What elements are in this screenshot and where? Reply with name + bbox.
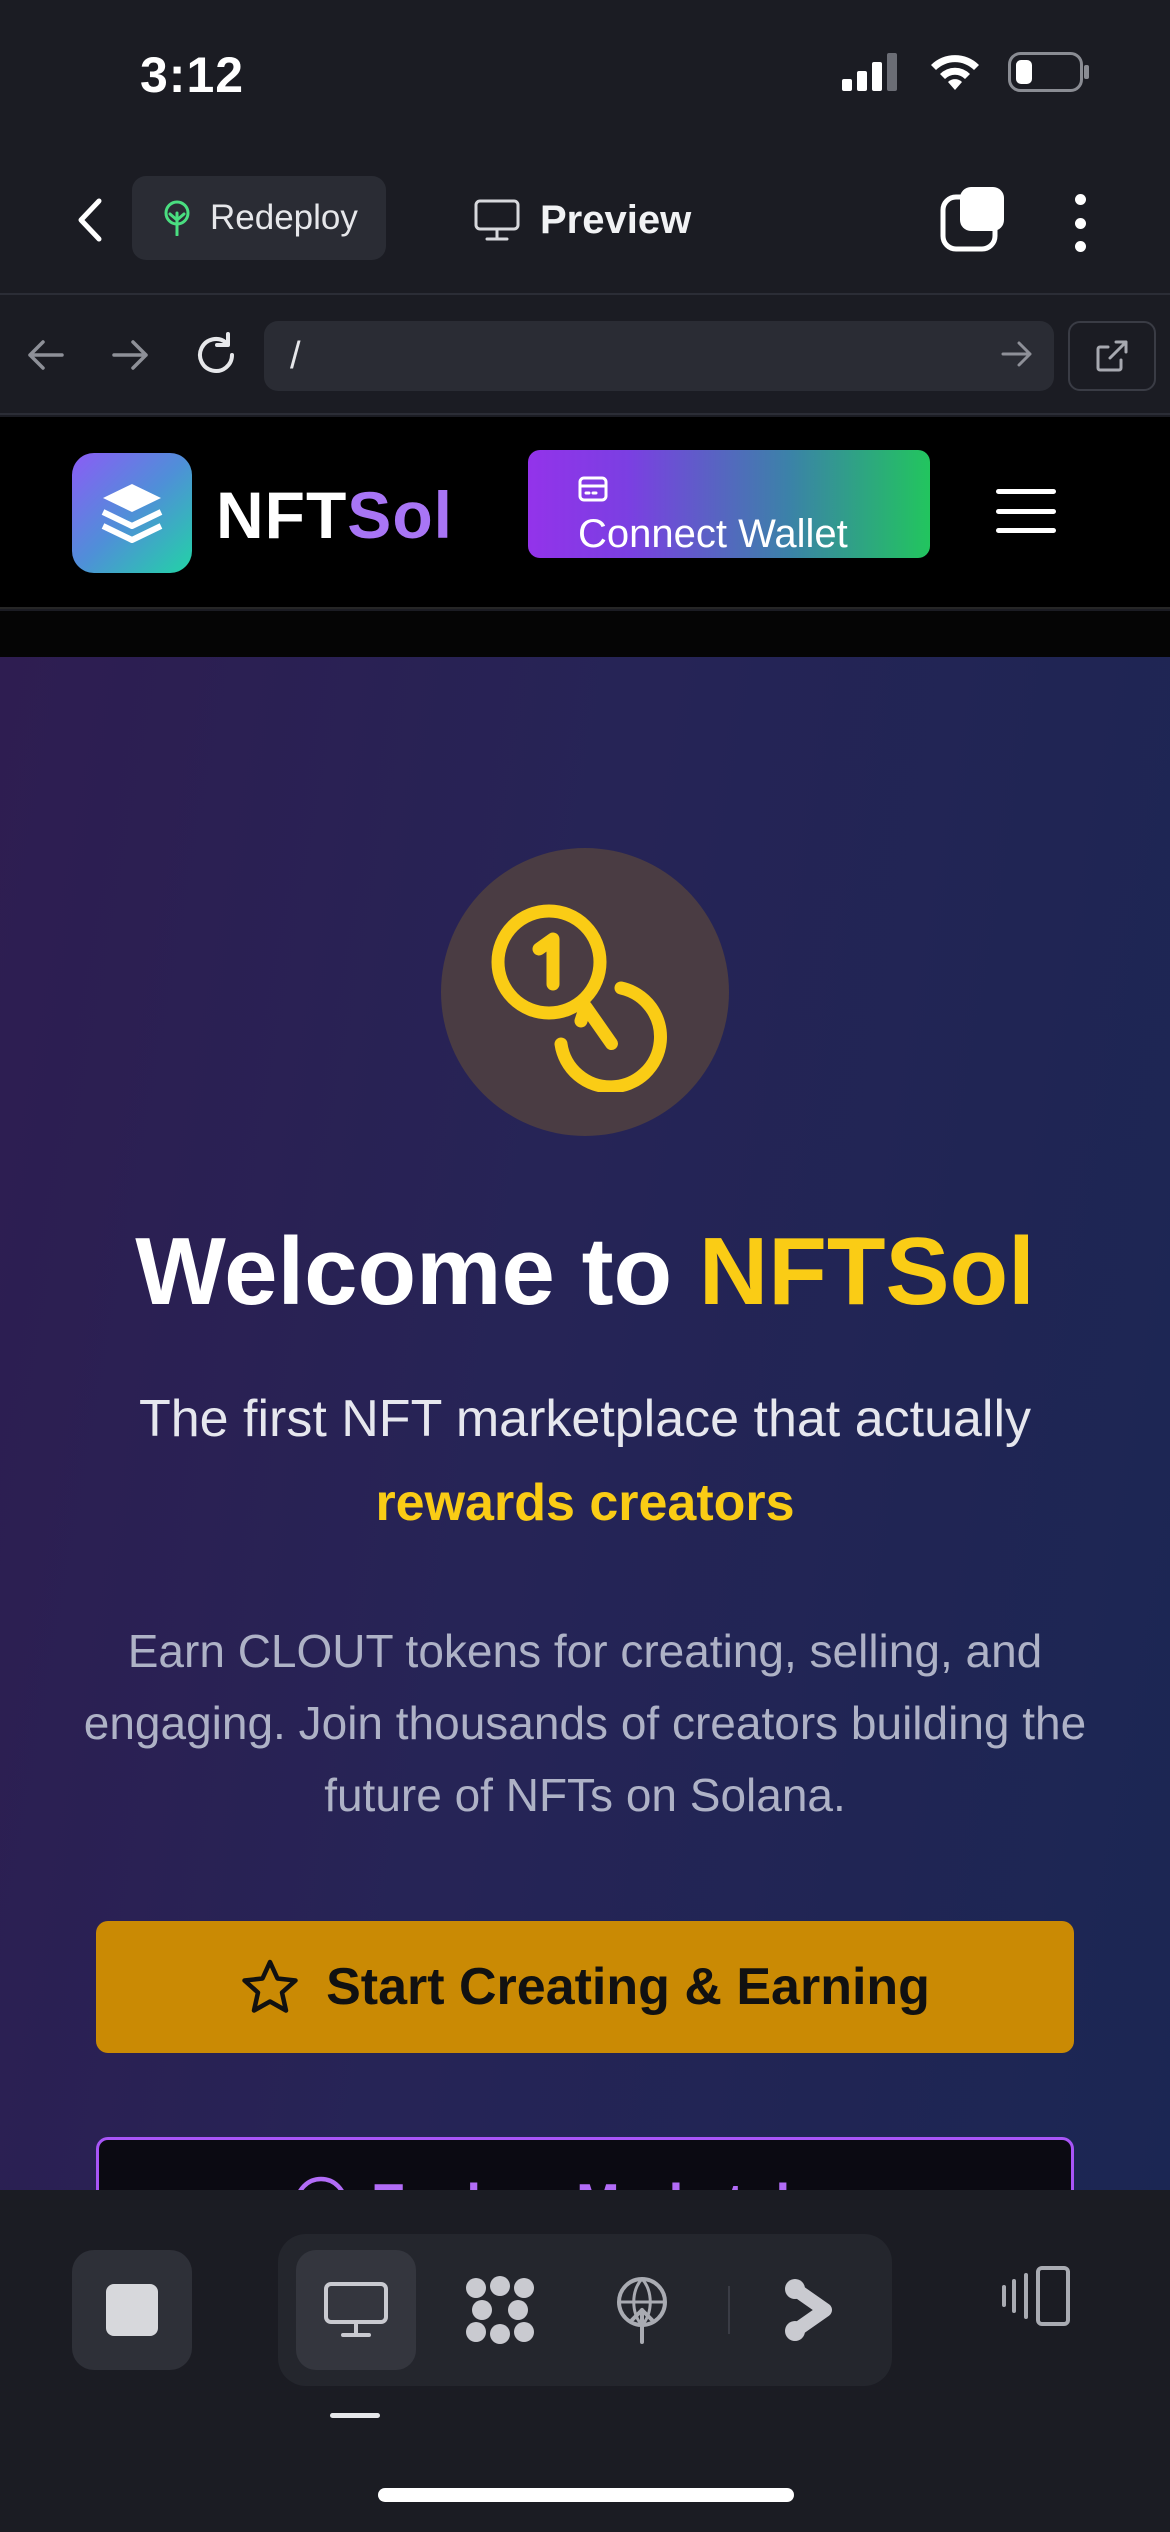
- connect-wallet-button[interactable]: Connect Wallet: [528, 450, 930, 558]
- external-link-icon: [1096, 340, 1128, 372]
- back-arrow-icon: [28, 340, 64, 370]
- side-panel-icon: [1002, 2266, 1070, 2326]
- forward-arrow-icon: [112, 340, 148, 370]
- branch-icon: [785, 2279, 832, 2341]
- browser-back-button[interactable]: [18, 327, 74, 383]
- stop-icon: [106, 2284, 158, 2336]
- reload-icon: [198, 332, 234, 373]
- open-external-button[interactable]: [1068, 321, 1156, 391]
- url-bar: /: [0, 297, 1170, 415]
- site-header: NFTSol Connect Wallet: [0, 417, 1170, 609]
- monitor-icon: [474, 199, 520, 241]
- more-vertical-icon: [1074, 194, 1086, 205]
- hero-subtitle-highlight: rewards creators: [375, 1474, 795, 1532]
- preview-label: Preview: [540, 197, 692, 242]
- status-icons: [842, 52, 1090, 92]
- connect-wallet-label: Connect Wallet: [578, 512, 848, 556]
- redeploy-button[interactable]: Redeploy: [132, 176, 386, 260]
- url-input[interactable]: /: [264, 321, 1054, 391]
- coins-icon: [491, 904, 667, 1092]
- desktop-icon: [324, 2282, 388, 2337]
- status-time: 3:12: [140, 47, 245, 103]
- side-panel-button[interactable]: [996, 2256, 1076, 2336]
- explore-marketplace-label: Explore Marketplace: [371, 2173, 877, 2190]
- home-indicator[interactable]: [378, 2488, 794, 2502]
- hero-subtitle: The first NFT marketplace that actually …: [0, 1377, 1170, 1545]
- divider: [728, 2286, 730, 2334]
- redeploy-label: Redeploy: [210, 198, 358, 237]
- redeploy-tree-icon: [164, 200, 190, 236]
- preview-button[interactable]: Preview: [474, 180, 691, 260]
- menu-icon: [996, 489, 1056, 494]
- view-mode-group: [278, 2234, 892, 2386]
- grid-dots-icon: [466, 2276, 534, 2344]
- start-creating-label: Start Creating & Earning: [326, 1958, 930, 2016]
- wifi-icon: [931, 55, 979, 90]
- signal-icon: [842, 53, 897, 91]
- brand-name-part2: Sol: [347, 478, 453, 552]
- deploy-tab[interactable]: [582, 2250, 702, 2370]
- url-text: /: [290, 335, 301, 377]
- coins-badge: [441, 848, 729, 1136]
- hero-title: Welcome to NFTSol: [0, 1217, 1170, 1327]
- layers-icon: [101, 484, 163, 543]
- site-logo[interactable]: [72, 453, 192, 573]
- brand-name[interactable]: NFTSol: [216, 477, 453, 553]
- hero-title-prefix: Welcome to: [135, 1218, 699, 1325]
- battery-icon: [1008, 52, 1089, 92]
- hero-subtitle-text: The first NFT marketplace that actually: [138, 1390, 1032, 1448]
- brand-name-part1: NFT: [216, 478, 348, 552]
- active-tab-indicator: [330, 2413, 380, 2418]
- star-icon: [242, 1959, 298, 2013]
- hero-section: Welcome to NFTSol The first NFT marketpl…: [0, 657, 1170, 2190]
- more-options-button[interactable]: [1060, 188, 1100, 258]
- wallet-icon: [578, 476, 608, 502]
- stop-button[interactable]: [72, 2250, 192, 2370]
- branch-tab[interactable]: [750, 2250, 870, 2370]
- desktop-preview-tab[interactable]: [296, 2250, 416, 2370]
- workspace-tab[interactable]: [440, 2250, 560, 2370]
- browser-forward-button[interactable]: [102, 327, 158, 383]
- app-bar: Redeploy Preview: [0, 150, 1170, 295]
- hero-title-accent: NFTSol: [698, 1218, 1035, 1325]
- bottom-toolbar: [0, 2190, 1170, 2532]
- reload-button[interactable]: [188, 327, 244, 383]
- tabs-button[interactable]: [940, 184, 1010, 254]
- start-creating-button[interactable]: Start Creating & Earning: [96, 1921, 1074, 2053]
- back-button[interactable]: [60, 190, 120, 250]
- header-spacer: [0, 611, 1170, 657]
- back-chevron-icon: [78, 198, 102, 242]
- status-bar: 3:12: [0, 0, 1170, 150]
- tabs-icon: [940, 187, 1004, 252]
- hero-description: Earn CLOUT tokens for creating, selling,…: [83, 1625, 1087, 1821]
- hamburger-menu-button[interactable]: [996, 489, 1056, 533]
- explore-marketplace-button[interactable]: Explore Marketplace: [96, 2137, 1074, 2190]
- go-arrow-icon[interactable]: [1000, 339, 1034, 369]
- compass-icon: [298, 2176, 344, 2190]
- deploy-globe-icon: [617, 2277, 667, 2344]
